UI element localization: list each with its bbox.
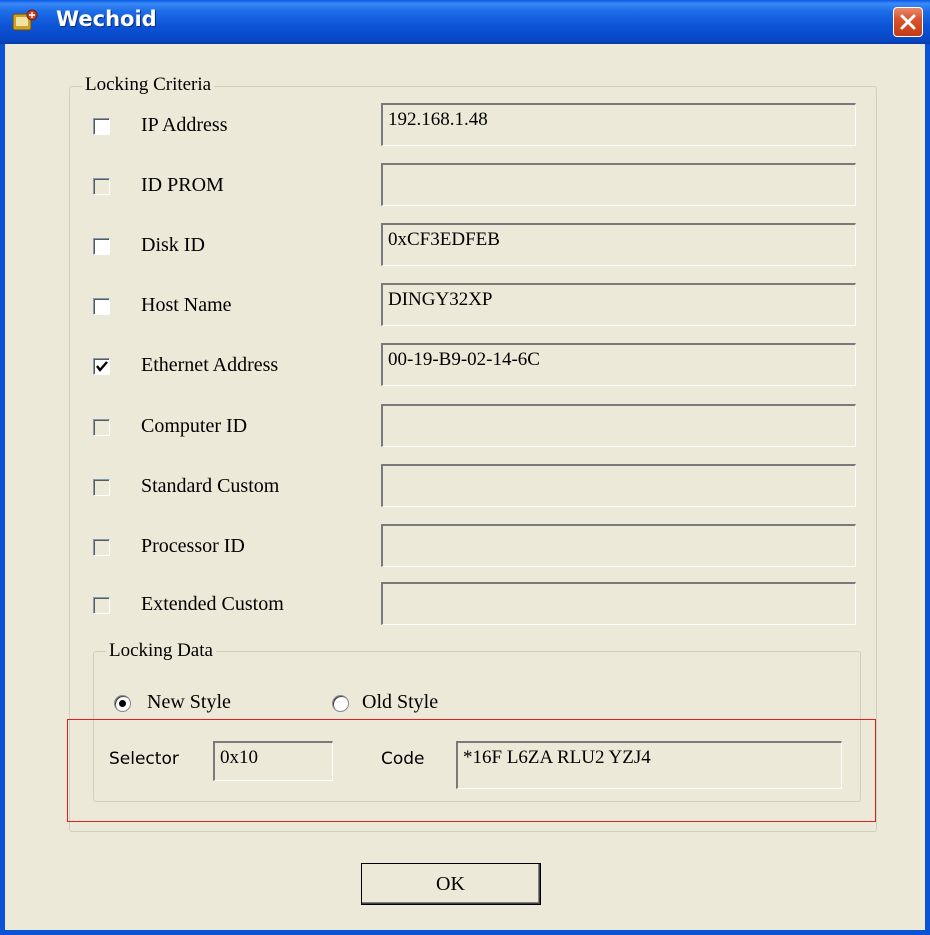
extended-custom-checkbox[interactable] [93, 597, 110, 614]
id-prom-field[interactable] [381, 163, 856, 206]
window-frame-left [0, 44, 5, 935]
computer-id-field[interactable] [381, 404, 856, 447]
processor-id-checkbox[interactable] [93, 539, 110, 556]
window-frame-right [925, 44, 930, 935]
radio-selected-dot [119, 700, 126, 707]
app-icon [12, 9, 38, 33]
disk-id-checkbox[interactable] [93, 238, 110, 255]
close-icon [900, 14, 916, 30]
standard-custom-label[interactable]: Standard Custom [141, 474, 279, 498]
window-frame-bottom [0, 930, 930, 935]
id-prom-checkbox[interactable] [93, 178, 110, 195]
close-button[interactable] [893, 7, 923, 37]
disk-id-label[interactable]: Disk ID [141, 233, 205, 257]
title-bar[interactable]: Wechoid [0, 0, 930, 44]
id-prom-label[interactable]: ID PROM [141, 173, 224, 197]
ip-address-field[interactable]: 192.168.1.48 [381, 103, 856, 146]
old-style-label[interactable]: Old Style [362, 690, 438, 714]
locking-criteria-legend: Locking Criteria [82, 74, 215, 96]
disk-id-field[interactable]: 0xCF3EDFEB [381, 223, 856, 266]
locking-data-legend: Locking Data [106, 640, 216, 662]
window-title: Wechoid [56, 7, 157, 31]
new-style-label[interactable]: New Style [147, 690, 231, 714]
standard-custom-checkbox[interactable] [93, 479, 110, 496]
ip-address-label[interactable]: IP Address [141, 113, 227, 137]
processor-id-field[interactable] [381, 524, 856, 567]
extended-custom-label[interactable]: Extended Custom [141, 592, 284, 616]
ethernet-address-checkbox[interactable] [93, 358, 110, 375]
old-style-radio[interactable] [332, 695, 349, 712]
computer-id-checkbox[interactable] [93, 419, 110, 436]
ethernet-address-field[interactable]: 00-19-B9-02-14-6C [381, 343, 856, 386]
host-name-field[interactable]: DINGY32XP [381, 283, 856, 326]
ip-address-checkbox[interactable] [93, 118, 110, 135]
extended-custom-field[interactable] [381, 582, 856, 625]
highlight-box [67, 719, 876, 822]
processor-id-label[interactable]: Processor ID [141, 534, 245, 558]
ok-button-label: OK [436, 873, 465, 895]
dialog-window: Wechoid Locking Criteria IP Address 192.1… [0, 0, 930, 935]
ethernet-address-label[interactable]: Ethernet Address [141, 353, 278, 377]
computer-id-label[interactable]: Computer ID [141, 414, 247, 438]
host-name-checkbox[interactable] [93, 298, 110, 315]
ok-button[interactable]: OK [361, 863, 541, 905]
checkmark-icon [96, 361, 108, 372]
host-name-label[interactable]: Host Name [141, 293, 232, 317]
standard-custom-field[interactable] [381, 464, 856, 507]
new-style-radio[interactable] [114, 695, 131, 712]
